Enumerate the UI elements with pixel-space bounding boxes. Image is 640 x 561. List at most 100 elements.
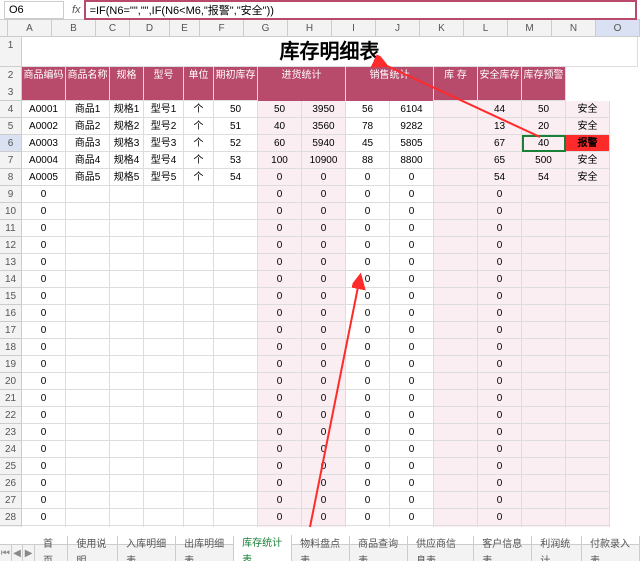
cell[interactable] (110, 441, 144, 458)
cell[interactable]: 0 (390, 186, 434, 203)
cell[interactable] (434, 237, 478, 254)
cell[interactable] (434, 424, 478, 441)
empty-cell[interactable] (610, 169, 638, 186)
cell[interactable]: 40 (522, 135, 566, 152)
cell[interactable] (566, 254, 610, 271)
cell[interactable]: 0 (346, 169, 390, 186)
cell[interactable]: 0 (390, 305, 434, 322)
cell[interactable] (214, 509, 258, 526)
cell[interactable] (566, 509, 610, 526)
formula-input[interactable]: =IF(N6="","",IF(N6<M6,"报警","安全")) (85, 1, 636, 19)
cell[interactable] (214, 288, 258, 305)
cell[interactable]: 0 (346, 271, 390, 288)
cell[interactable]: 0 (22, 305, 66, 322)
empty-cell[interactable] (610, 356, 638, 373)
col-header-M[interactable]: M (508, 20, 552, 36)
cell[interactable]: 0 (346, 509, 390, 526)
cell[interactable] (566, 390, 610, 407)
cell[interactable]: 0 (22, 220, 66, 237)
cell[interactable]: 型号5 (144, 169, 184, 186)
empty-cell[interactable] (610, 475, 638, 492)
col-header-J[interactable]: J (376, 20, 420, 36)
cell[interactable]: 0 (302, 424, 346, 441)
cell[interactable] (184, 407, 214, 424)
cell[interactable] (434, 526, 478, 527)
cell[interactable]: 型号3 (144, 135, 184, 152)
cell[interactable] (144, 186, 184, 203)
cell[interactable]: 54 (522, 169, 566, 186)
cell[interactable]: 安全 (566, 152, 610, 169)
cell[interactable] (144, 254, 184, 271)
cell[interactable]: 报警 (566, 135, 610, 152)
cell[interactable] (214, 441, 258, 458)
cell[interactable] (522, 186, 566, 203)
cell[interactable] (66, 186, 110, 203)
cell[interactable]: 0 (390, 390, 434, 407)
cell[interactable]: 44 (478, 101, 522, 118)
hdr-spec[interactable]: 规格 (110, 67, 144, 101)
cell[interactable] (434, 356, 478, 373)
cell[interactable] (214, 322, 258, 339)
cell[interactable] (144, 356, 184, 373)
empty-cell[interactable] (610, 237, 638, 254)
cell[interactable]: 0 (346, 390, 390, 407)
cell[interactable] (566, 373, 610, 390)
row-number[interactable]: 1 (0, 37, 22, 67)
cell[interactable] (184, 356, 214, 373)
cell[interactable] (522, 475, 566, 492)
cell[interactable] (184, 288, 214, 305)
cell[interactable]: 0 (390, 220, 434, 237)
cell[interactable] (110, 373, 144, 390)
cell[interactable]: 0 (390, 509, 434, 526)
cell[interactable] (522, 390, 566, 407)
cell[interactable] (66, 220, 110, 237)
cell[interactable] (110, 271, 144, 288)
cell[interactable]: 0 (302, 373, 346, 390)
empty-cell[interactable] (610, 288, 638, 305)
cell[interactable] (214, 356, 258, 373)
cell[interactable]: 0 (302, 271, 346, 288)
cell[interactable] (566, 339, 610, 356)
cell[interactable] (66, 339, 110, 356)
row-number[interactable]: 17 (0, 322, 22, 339)
cell[interactable] (214, 373, 258, 390)
row-number[interactable]: 25 (0, 458, 22, 475)
cell[interactable] (566, 492, 610, 509)
cell[interactable]: A0003 (22, 135, 66, 152)
empty-cell[interactable] (610, 220, 638, 237)
row-number[interactable]: 4 (0, 101, 22, 118)
cell[interactable]: 0 (302, 475, 346, 492)
cell[interactable] (110, 254, 144, 271)
cell[interactable] (110, 305, 144, 322)
empty-cell[interactable] (610, 526, 638, 527)
empty-cell[interactable] (610, 509, 638, 526)
cell[interactable]: 型号2 (144, 118, 184, 135)
cell[interactable]: 0 (258, 407, 302, 424)
row-number[interactable]: 24 (0, 441, 22, 458)
cell[interactable] (184, 390, 214, 407)
empty-cell[interactable] (610, 118, 638, 135)
cell[interactable] (66, 305, 110, 322)
cell[interactable] (522, 288, 566, 305)
cell[interactable] (184, 322, 214, 339)
cell[interactable] (144, 373, 184, 390)
empty-cell[interactable] (610, 135, 638, 152)
cell[interactable]: 0 (390, 203, 434, 220)
cell[interactable]: 商品4 (66, 152, 110, 169)
cell[interactable] (214, 526, 258, 527)
cell[interactable]: 0 (478, 390, 522, 407)
cell[interactable] (144, 237, 184, 254)
cell[interactable]: 0 (346, 492, 390, 509)
col-header-I[interactable]: I (332, 20, 376, 36)
cell[interactable]: 13 (478, 118, 522, 135)
row-number[interactable]: 21 (0, 390, 22, 407)
cell[interactable]: 个 (184, 118, 214, 135)
cell[interactable] (184, 203, 214, 220)
cell[interactable] (66, 373, 110, 390)
cell[interactable]: 0 (258, 356, 302, 373)
cell[interactable]: 0 (22, 186, 66, 203)
empty-cell[interactable] (610, 407, 638, 424)
cell[interactable]: 0 (22, 288, 66, 305)
row-number[interactable]: 14 (0, 271, 22, 288)
cell[interactable]: 0 (258, 373, 302, 390)
